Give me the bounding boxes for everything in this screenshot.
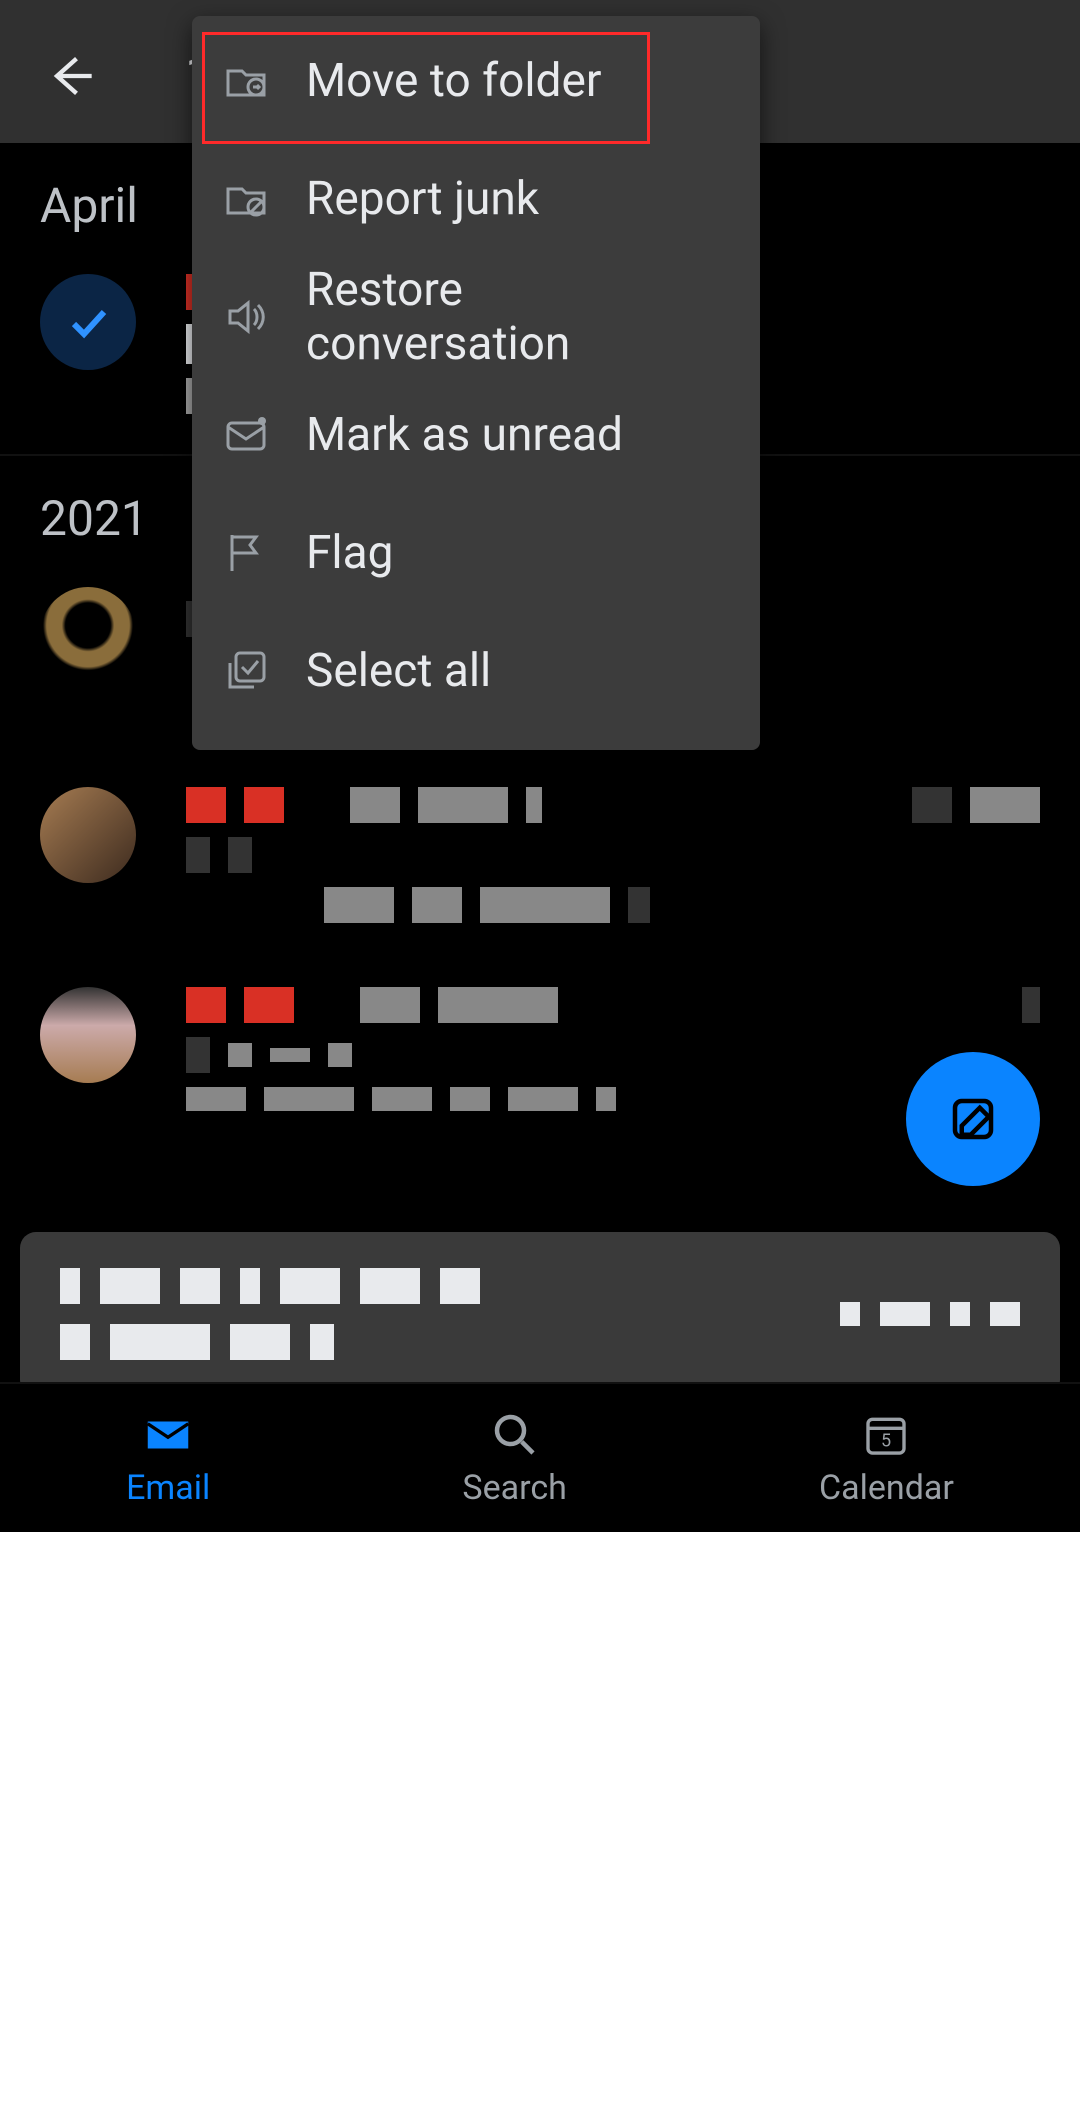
mail-unread-icon [222,411,270,459]
speaker-icon [222,293,270,341]
mail-icon [141,1408,195,1462]
status-bar [0,0,1080,8]
select-all-icon [222,647,270,695]
calendar-icon: 5 [859,1408,913,1462]
snackbar[interactable] [20,1232,1060,1396]
back-button[interactable] [40,46,100,106]
folder-block-icon [222,175,270,223]
menu-mark-unread[interactable]: Mark as unread [192,376,760,494]
email-item[interactable] [0,767,1080,967]
email-body [186,787,1040,923]
compose-fab[interactable] [906,1052,1040,1186]
nav-calendar[interactable]: 5 Calendar [819,1408,954,1508]
blank-area [0,1532,1080,2124]
nav-search[interactable]: Search [462,1408,566,1508]
menu-restore-conversation[interactable]: Restore conversation [192,258,760,376]
avatar[interactable] [40,787,136,883]
menu-label: Report junk [306,172,539,226]
menu-select-all[interactable]: Select all [192,612,760,730]
context-menu: Move to folder Report junk Restore conve… [192,16,760,750]
bottom-nav: Email Search 5 Calendar [0,1382,1080,1532]
nav-label: Email [126,1468,210,1508]
menu-label: Mark as unread [306,408,623,462]
nav-label: Search [462,1468,566,1508]
menu-report-junk[interactable]: Report junk [192,140,760,258]
avatar[interactable] [40,587,136,683]
compose-icon [946,1092,1000,1146]
flag-icon [222,529,270,577]
menu-label: Restore conversation [306,263,730,371]
avatar[interactable] [40,987,136,1083]
avatar-selected[interactable] [40,274,136,370]
menu-label: Move to folder [306,54,601,108]
folder-move-icon [222,57,270,105]
nav-label: Calendar [819,1468,954,1508]
nav-email[interactable]: Email [126,1408,210,1508]
check-icon [64,298,112,346]
menu-move-to-folder[interactable]: Move to folder [192,22,760,140]
search-icon [488,1408,542,1462]
menu-flag[interactable]: Flag [192,494,760,612]
svg-text:5: 5 [881,1430,891,1451]
menu-label: Flag [306,526,393,580]
menu-label: Select all [306,644,491,698]
back-arrow-icon [44,50,96,102]
